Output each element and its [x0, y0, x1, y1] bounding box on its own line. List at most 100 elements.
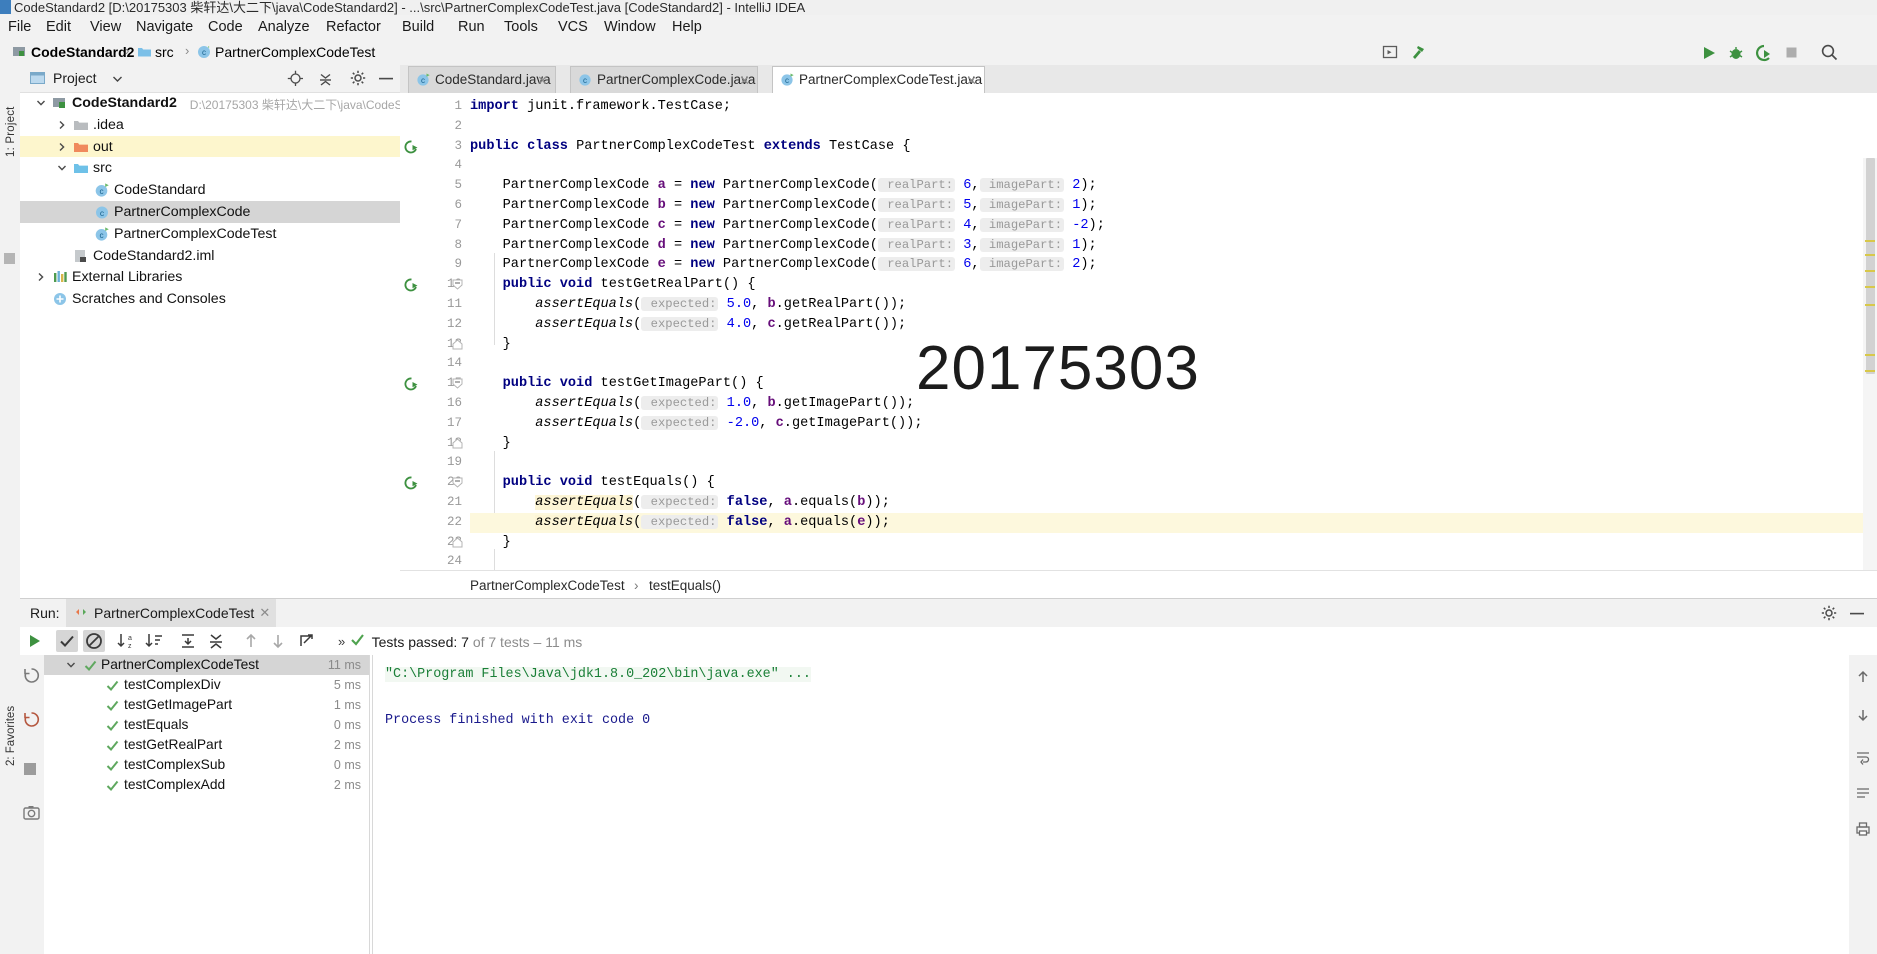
- fold-end-icon[interactable]: [452, 338, 463, 350]
- breadcrumb-editor-method[interactable]: testEquals(): [649, 578, 721, 593]
- code-line[interactable]: assertEquals( expected: false, a.equals(…: [470, 513, 890, 533]
- test-results-tree[interactable]: PartnerComplexCodeTest 11 ms testComplexDi…: [44, 655, 370, 954]
- search-everywhere-button[interactable]: [1820, 43, 1839, 62]
- breadcrumb-src[interactable]: src: [155, 43, 174, 61]
- screenshot-side-icon[interactable]: [23, 805, 40, 820]
- hide-icon[interactable]: [1849, 612, 1865, 615]
- chevron-right-icon[interactable]: [57, 142, 66, 151]
- editor-scrollbar-thumb[interactable]: [1866, 158, 1875, 374]
- ignore-filter-toggle[interactable]: [83, 630, 105, 652]
- menu-window[interactable]: Window: [598, 18, 662, 36]
- gear-icon[interactable]: [1821, 605, 1837, 621]
- strip-project-label[interactable]: 1: Project: [5, 93, 17, 157]
- editor-gutter[interactable]: 123456789101112131415161718192021222324: [400, 93, 487, 598]
- breadcrumb-class[interactable]: PartnerComplexCodeTest: [215, 43, 375, 61]
- run-test-method-icon[interactable]: [404, 278, 418, 292]
- code-line[interactable]: public void testGetRealPart() {: [470, 275, 756, 295]
- view-breakpoints-icon[interactable]: [1382, 44, 1398, 59]
- menu-run[interactable]: Run: [452, 18, 491, 36]
- strip-structure-button[interactable]: [4, 253, 15, 264]
- close-icon[interactable]: ✕: [537, 73, 548, 89]
- test-result-row[interactable]: PartnerComplexCodeTest 11 ms: [44, 655, 369, 675]
- run-test-method-icon[interactable]: [404, 377, 418, 391]
- menu-analyze[interactable]: Analyze: [252, 18, 316, 36]
- test-result-row[interactable]: testComplexDiv 5 ms: [44, 675, 369, 695]
- collapse-all-button[interactable]: [205, 630, 227, 652]
- scroll-to-end-button[interactable]: [1855, 785, 1871, 801]
- run-tab[interactable]: PartnerComplexCodeTest ✕: [66, 599, 277, 627]
- test-result-row[interactable]: testComplexAdd 2 ms: [44, 775, 369, 795]
- soft-wrap-button[interactable]: [1855, 749, 1871, 765]
- expand-all-button[interactable]: [177, 630, 199, 652]
- print-button[interactable]: [1855, 821, 1871, 837]
- editor-tab-codestandard[interactable]: c CodeStandard.java ✕: [408, 66, 556, 94]
- code-line[interactable]: assertEquals( expected: 4.0, c.getRealPa…: [470, 315, 906, 335]
- code-editor[interactable]: import junit.framework.TestCase; public c…: [470, 93, 1877, 598]
- export-button[interactable]: [295, 630, 317, 652]
- marker-warning[interactable]: [1865, 240, 1875, 242]
- project-tree-row[interactable]: External Libraries: [20, 266, 400, 288]
- project-tree-row[interactable]: CodeStandard2 D:\20175303 柴轩达\大二下\java\Co…: [20, 92, 413, 114]
- run-test-class-icon[interactable]: [404, 140, 418, 154]
- gear-icon[interactable]: [350, 70, 366, 86]
- show-passed-toggle[interactable]: [56, 630, 78, 652]
- sort-alphabetically-button[interactable]: a z: [115, 630, 137, 652]
- chevron-down-icon[interactable]: [112, 75, 123, 83]
- code-line[interactable]: assertEquals( expected: -2.0, c.getImage…: [470, 414, 922, 434]
- code-line[interactable]: PartnerComplexCode a = new PartnerComple…: [470, 176, 1097, 196]
- breadcrumb-editor-class[interactable]: PartnerComplexCodeTest: [470, 578, 625, 593]
- menu-help[interactable]: Help: [666, 18, 708, 36]
- run-with-coverage-button[interactable]: [1755, 44, 1773, 62]
- menu-file[interactable]: File: [2, 18, 37, 36]
- menu-view[interactable]: View: [84, 18, 127, 36]
- project-tree-row[interactable]: Scratches and Consoles: [20, 288, 400, 310]
- chevron-down-icon[interactable]: [66, 660, 76, 670]
- code-line[interactable]: }: [470, 533, 511, 553]
- collapse-all-icon[interactable]: [317, 70, 334, 87]
- editor-right-gutter[interactable]: [1863, 158, 1877, 598]
- rerun-button[interactable]: [23, 630, 45, 652]
- marker-warning[interactable]: [1865, 254, 1875, 256]
- run-button[interactable]: [1700, 44, 1718, 62]
- editor-tab-partnercomplexcodetest[interactable]: c PartnerComplexCodeTest.java ✕: [772, 66, 985, 95]
- project-tree-row[interactable]: c PartnerComplexCodeTest: [20, 223, 400, 245]
- test-result-row[interactable]: testComplexSub 0 ms: [44, 755, 369, 775]
- fold-collapse-icon[interactable]: [452, 378, 463, 389]
- run-test-method-icon[interactable]: [404, 476, 418, 490]
- marker-warning[interactable]: [1865, 370, 1875, 372]
- menu-code[interactable]: Code: [202, 18, 249, 36]
- fold-end-icon[interactable]: [452, 437, 463, 449]
- strip-favorites-label[interactable]: 2: Favorites: [5, 696, 17, 766]
- code-line[interactable]: PartnerComplexCode c = new PartnerComple…: [470, 216, 1105, 236]
- marker-warning[interactable]: [1865, 286, 1875, 288]
- console-output[interactable]: "C:\Program Files\Java\jdk1.8.0_202\bin\…: [372, 655, 1849, 954]
- test-result-row[interactable]: testGetImagePart 1 ms: [44, 695, 369, 715]
- editor-tab-partnercomplexcode[interactable]: c PartnerComplexCode.java ✕: [570, 66, 758, 94]
- scroll-up-button[interactable]: [1855, 669, 1871, 685]
- chevron-right-icon[interactable]: [57, 120, 66, 129]
- marker-warning[interactable]: [1865, 354, 1875, 356]
- menu-edit[interactable]: Edit: [40, 18, 77, 36]
- test-result-row[interactable]: testGetRealPart 2 ms: [44, 735, 369, 755]
- chevron-down-icon[interactable]: [57, 163, 67, 172]
- project-tree-row[interactable]: src: [20, 157, 400, 179]
- fold-collapse-icon[interactable]: [452, 279, 463, 290]
- fold-end-icon[interactable]: [452, 536, 463, 548]
- project-tree-row[interactable]: c PartnerComplexCode: [20, 200, 400, 223]
- code-line[interactable]: PartnerComplexCode b = new PartnerComple…: [470, 196, 1097, 216]
- build-hammer-icon[interactable]: [1410, 44, 1425, 59]
- marker-warning[interactable]: [1865, 270, 1875, 272]
- code-line[interactable]: assertEquals( expected: false, a.equals(…: [470, 493, 890, 513]
- code-line[interactable]: PartnerComplexCode e = new PartnerComple…: [470, 255, 1097, 275]
- project-tree-row[interactable]: .idea: [20, 114, 400, 136]
- debug-button[interactable]: [1727, 44, 1745, 62]
- code-line[interactable]: public void testEquals() {: [470, 473, 715, 493]
- code-line[interactable]: }: [470, 434, 511, 454]
- marker-warning[interactable]: [1865, 304, 1875, 306]
- menu-build[interactable]: Build: [396, 18, 440, 36]
- chevron-down-icon[interactable]: [36, 98, 46, 107]
- stop-side-button[interactable]: [24, 763, 36, 775]
- locate-icon[interactable]: [287, 70, 304, 87]
- hide-icon[interactable]: [378, 77, 394, 80]
- code-line[interactable]: public class PartnerComplexCodeTest exte…: [470, 137, 911, 157]
